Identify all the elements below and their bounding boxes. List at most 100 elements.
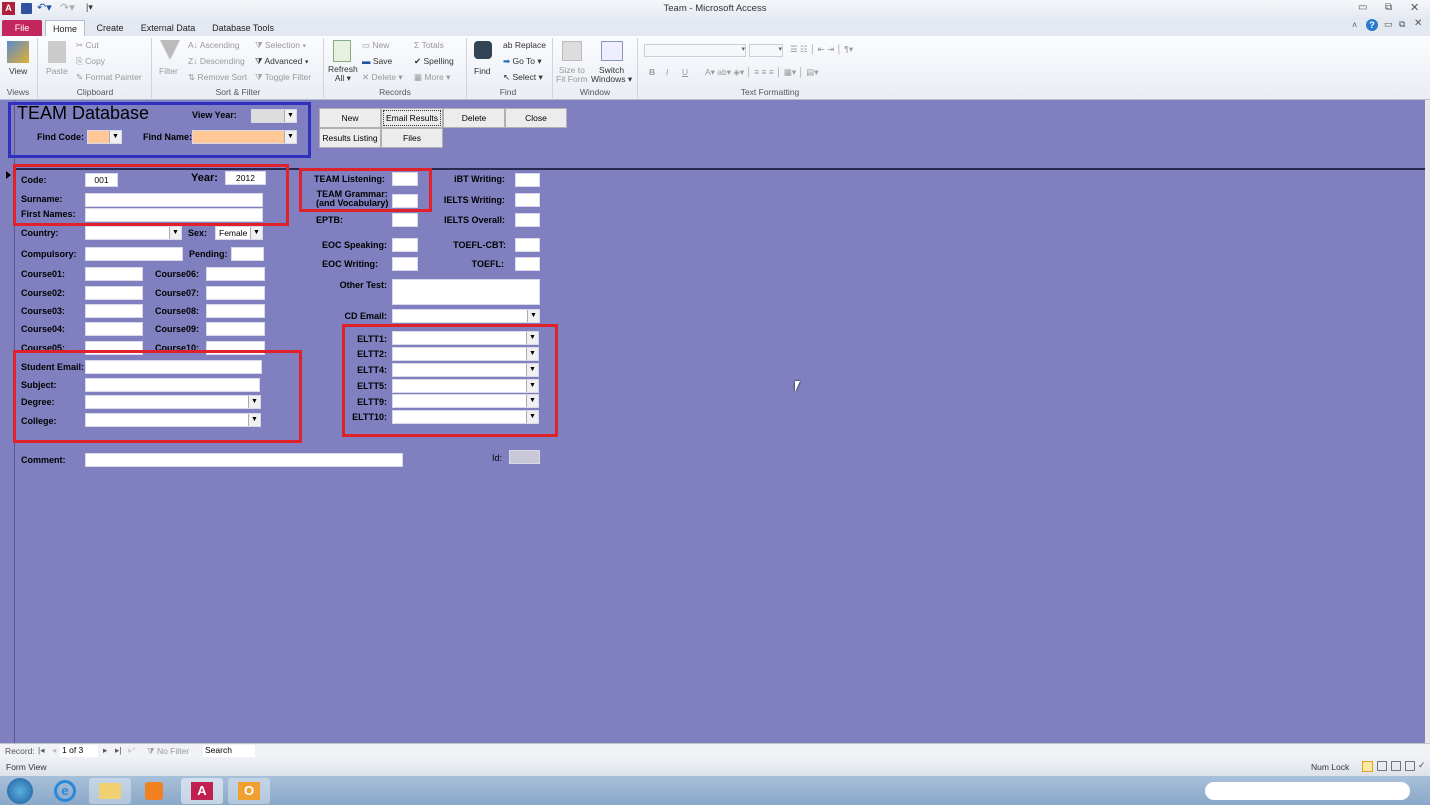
email-results-button[interactable]: Email Results	[381, 108, 443, 128]
switch-windows-icon[interactable]	[601, 41, 623, 61]
color-align-buttons[interactable]: A▾ ab▾ ◈▾ │ ≡ ≡ ≡ │ ▦▾ │ ▤▾	[705, 67, 819, 78]
team-grammar-field[interactable]	[392, 194, 418, 208]
ascending-button[interactable]: A↓ Ascending	[188, 40, 240, 50]
filter-icon[interactable]	[160, 40, 180, 60]
files-button[interactable]: Files	[381, 128, 443, 148]
toefl-field[interactable]	[515, 257, 540, 271]
search-input[interactable]: Search	[203, 745, 255, 757]
sex-select[interactable]: Female ▼	[215, 226, 263, 240]
view-button[interactable]: View	[9, 66, 27, 76]
font-name-select[interactable]: ▾	[644, 44, 746, 57]
last-record-button[interactable]: ▸|	[115, 745, 121, 756]
team-listening-field[interactable]	[392, 172, 418, 186]
minimize-ribbon-icon[interactable]: ˄	[1352, 20, 1357, 30]
doc-close-button[interactable]: ✕	[1414, 18, 1422, 29]
help-icon[interactable]: ?	[1366, 19, 1378, 31]
delete-button[interactable]: Delete	[443, 108, 505, 128]
first-names-field[interactable]	[85, 208, 263, 222]
italic-button[interactable]: I	[666, 67, 668, 77]
ielts-overall-field[interactable]	[515, 213, 540, 227]
next-record-button[interactable]: ▸	[103, 745, 107, 756]
select-button[interactable]: ↖ Select ▾	[503, 72, 543, 83]
year-field[interactable]: 2012	[225, 171, 266, 185]
media-player-icon[interactable]	[145, 782, 163, 800]
switch-windows-button[interactable]: Switch Windows ▾	[591, 66, 632, 84]
course07-field[interactable]	[206, 286, 265, 300]
paste-icon[interactable]	[48, 41, 66, 63]
scrollbar[interactable]	[1425, 100, 1430, 743]
spelling-button[interactable]: ✔ Spelling	[414, 56, 454, 67]
datasheet-view-icon[interactable]	[1377, 761, 1387, 771]
ibt-writing-field[interactable]	[515, 173, 540, 187]
eltt9-select[interactable]: ▼	[392, 394, 539, 408]
close-button[interactable]: Close	[505, 108, 567, 128]
delete-record-button[interactable]: ✕ Delete ▾	[362, 72, 403, 83]
new-button[interactable]: New	[319, 108, 381, 128]
course01-field[interactable]	[85, 267, 143, 281]
eltt10-select[interactable]: ▼	[392, 410, 539, 424]
descending-button[interactable]: Z↓ Descending	[188, 56, 245, 66]
tab-file[interactable]: File	[2, 20, 42, 36]
previous-record-button[interactable]: ◂	[52, 745, 56, 756]
record-selector-arrow-icon[interactable]	[6, 171, 11, 179]
refresh-all-button[interactable]: Refresh All ▾	[328, 65, 358, 83]
cut-button[interactable]: ✂ Cut	[76, 40, 99, 51]
save-record-button[interactable]: ▬ Save	[362, 56, 392, 66]
internet-explorer-icon[interactable]: e	[54, 780, 76, 802]
pivot-view-icon[interactable]: ✓	[1418, 760, 1426, 771]
eltt2-select[interactable]: ▼	[392, 347, 539, 361]
view-year-select[interactable]: ▼	[251, 109, 297, 123]
ielts-writing-field[interactable]	[515, 193, 540, 207]
code-field[interactable]: 001	[85, 173, 118, 187]
bold-button[interactable]: B	[649, 67, 655, 77]
selection-button[interactable]: ⧩ Selection ▾	[255, 40, 306, 51]
toefl-cbt-field[interactable]	[515, 238, 540, 252]
course09-field[interactable]	[206, 322, 265, 336]
tab-database-tools[interactable]: Database Tools	[207, 20, 279, 36]
replace-button[interactable]: ab Replace	[503, 40, 546, 50]
paste-button[interactable]: Paste	[46, 66, 68, 76]
current-record-field[interactable]: 1 of 3	[60, 745, 98, 757]
size-to-fit-icon[interactable]	[562, 41, 582, 61]
course03-field[interactable]	[85, 304, 143, 318]
list-buttons[interactable]: ☰ ☷ │ ⇤ ⇥ │ ¶▾	[790, 44, 853, 55]
start-button-icon[interactable]	[7, 778, 33, 804]
eltt4-select[interactable]: ▼	[392, 363, 539, 377]
goto-button[interactable]: ➡ Go To ▾	[503, 56, 542, 67]
find-name-select[interactable]: ▼	[192, 130, 297, 144]
surname-field[interactable]	[85, 193, 263, 207]
tab-external-data[interactable]: External Data	[136, 20, 200, 36]
doc-restore-button[interactable]: ⧉	[1399, 19, 1405, 30]
course04-field[interactable]	[85, 322, 143, 336]
remove-sort-button[interactable]: ⇅ Remove Sort	[188, 72, 247, 83]
subject-field[interactable]	[85, 378, 260, 392]
format-painter-button[interactable]: ✎ Format Painter	[76, 72, 142, 83]
new-record-button[interactable]: ▭ New	[362, 40, 389, 51]
refresh-icon[interactable]	[333, 40, 351, 62]
totals-button[interactable]: Σ Totals	[414, 40, 444, 50]
restore-button[interactable]: ⧉	[1385, 2, 1392, 13]
size-to-fit-button[interactable]: Size to Fit Form	[556, 66, 588, 84]
eptb-field[interactable]	[392, 213, 418, 227]
eoc-speaking-field[interactable]	[392, 238, 418, 252]
eoc-writing-field[interactable]	[392, 257, 418, 271]
close-window-button[interactable]: ✕	[1410, 1, 1419, 14]
degree-select[interactable]: ▼	[85, 395, 261, 409]
toggle-filter-button[interactable]: ⧩ Toggle Filter	[255, 72, 311, 83]
results-listing-button[interactable]: Results Listing	[319, 128, 381, 148]
font-size-select[interactable]: ▾	[749, 44, 783, 57]
country-select[interactable]: ▼	[85, 226, 182, 240]
view-icon[interactable]	[7, 41, 29, 63]
course08-field[interactable]	[206, 304, 265, 318]
filter-button[interactable]: Filter	[159, 66, 178, 76]
more-button[interactable]: ▦ More ▾	[414, 72, 450, 83]
binoculars-icon[interactable]	[474, 41, 492, 59]
find-button[interactable]: Find	[474, 66, 491, 76]
compulsory-field[interactable]	[85, 247, 183, 261]
access-taskbar-button[interactable]: A	[181, 778, 223, 804]
college-select[interactable]: ▼	[85, 413, 261, 427]
course02-field[interactable]	[85, 286, 143, 300]
eltt5-select[interactable]: ▼	[392, 379, 539, 393]
cd-email-select[interactable]: ▼	[392, 309, 540, 323]
design-view-icon[interactable]	[1405, 761, 1415, 771]
